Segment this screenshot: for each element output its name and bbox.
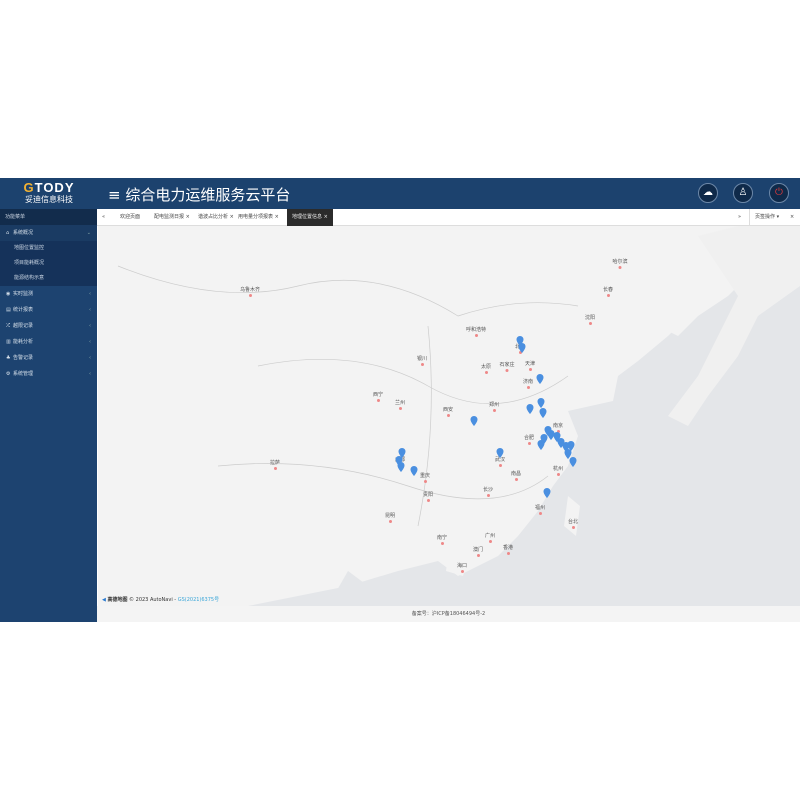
location-marker-icon[interactable]: [518, 343, 526, 353]
tab[interactable]: 谐波占比分析 ×: [193, 209, 239, 226]
submenu: 地图位置监控 项目能耗概况 能源结构示意: [0, 241, 97, 286]
city-label: 福州: [535, 504, 545, 515]
city-label: 乌鲁木齐: [240, 286, 260, 297]
city-label: 西安: [443, 406, 453, 417]
bell-icon: ♣: [6, 355, 11, 361]
sidebar-item[interactable]: ⚙ 系统管理 ‹: [0, 366, 97, 382]
shuffle-icon: ⤮: [6, 323, 11, 329]
city-label: 香港: [503, 544, 513, 555]
tab-bar: « 欢迎页面 配电监测日报 × 谐波占比分析 × 用电量分项报表 × 地理位置信息 × …: [97, 209, 800, 226]
tab[interactable]: 配电监测日报 ×: [149, 209, 195, 226]
sidebar-item[interactable]: ⌂ 系统概况 ⌄: [0, 225, 97, 241]
cloud-icon[interactable]: ☁: [698, 183, 718, 203]
chevron-icon: ‹: [89, 291, 91, 297]
sidebar-item-label: 统计报表: [13, 307, 34, 313]
city-label: 长沙: [483, 486, 493, 497]
sidebar-item[interactable]: ▥ 能耗分析 ‹: [0, 334, 97, 350]
sidebar: 功能菜单 ⌂ 系统概况 ⌄ 地图位置监控 项目能耗概况 能源结构示意 ◉ 实时监测 ‹ ▤ 统计报表…: [0, 209, 97, 622]
sidebar-item-label: 系统概况: [13, 230, 34, 236]
location-marker-icon[interactable]: [537, 440, 545, 450]
location-marker-icon[interactable]: [496, 448, 504, 458]
city-label: 呼和浩特: [466, 326, 486, 337]
location-marker-icon[interactable]: [470, 416, 478, 426]
city-label: 海口: [457, 562, 467, 573]
city-label: 昆明: [385, 512, 395, 523]
sidebar-item-label: 越限记录: [13, 323, 34, 329]
sidebar-item-label: 能耗分析: [13, 339, 34, 345]
tab-next-button[interactable]: »: [733, 209, 746, 226]
chevron-icon: ‹: [89, 307, 91, 313]
monitor-icon: ◉: [6, 291, 11, 297]
sidebar-item-label: 告警记录: [13, 355, 34, 361]
gear-icon: ⚙: [6, 371, 11, 377]
location-marker-icon[interactable]: [536, 374, 544, 384]
chevron-icon: ‹: [89, 323, 91, 329]
sidebar-item-label: 系统管理: [13, 371, 34, 377]
chevron-icon: ‹: [89, 371, 91, 377]
city-label: 兰州: [395, 399, 405, 410]
user-icon[interactable]: ♙: [733, 183, 753, 203]
chart-icon: ▥: [6, 339, 11, 345]
footer: 备案号：沪ICP备18046494号-2: [97, 606, 800, 622]
city-label: 哈尔滨: [612, 258, 627, 269]
tab-actions-dropdown[interactable]: 页签操作 ▾: [749, 209, 784, 226]
submenu-item[interactable]: 项目能耗概况: [0, 256, 97, 271]
city-label: 重庆: [420, 472, 430, 483]
tab[interactable]: 用电量分项报表 ×: [233, 209, 284, 226]
location-marker-icon[interactable]: [569, 457, 577, 467]
close-tab-button[interactable]: ×: [785, 209, 799, 226]
tab-prev-button[interactable]: «: [97, 209, 110, 226]
hamburger-icon[interactable]: ≡: [108, 186, 125, 204]
menu-heading: 功能菜单: [0, 209, 97, 225]
city-label: 杭州: [553, 465, 563, 476]
city-label: 贵阳: [423, 491, 433, 502]
power-icon[interactable]: ⏻: [769, 183, 789, 203]
page-title: ≡ 综合电力运维服务云平台: [108, 186, 291, 204]
sidebar-item[interactable]: ▤ 统计报表 ‹: [0, 302, 97, 318]
city-label: 南宁: [437, 534, 447, 545]
location-marker-icon[interactable]: [526, 404, 534, 414]
city-label: 澳门: [473, 546, 483, 557]
home-icon: ⌂: [6, 230, 10, 236]
location-marker-icon[interactable]: [410, 466, 418, 476]
sidebar-item[interactable]: ⤮ 越限记录 ‹: [0, 318, 97, 334]
city-label: 济南: [523, 378, 533, 389]
map-view[interactable]: 乌鲁木齐哈尔滨长春沈阳呼和浩特北京天津石家庄太原银川济南西宁兰州西安郑州合肥南京…: [98, 226, 800, 606]
city-label: 拉萨: [270, 459, 280, 470]
location-marker-icon[interactable]: [537, 398, 545, 408]
sidebar-item[interactable]: ◉ 实时监测 ‹: [0, 286, 97, 302]
city-label: 沈阳: [585, 314, 595, 325]
submenu-item[interactable]: 能源结构示意: [0, 271, 97, 286]
file-icon: ▤: [6, 307, 11, 313]
city-label: 银川: [417, 355, 427, 366]
chevron-icon: ⌄: [86, 230, 91, 236]
submenu-item[interactable]: 地图位置监控: [0, 241, 97, 256]
city-label: 西宁: [373, 391, 383, 402]
top-header: GTODY 妥迪信息科技 ≡ 综合电力运维服务云平台 ☁ ♙ ⏻: [0, 178, 800, 209]
sidebar-item-label: 实时监测: [13, 291, 34, 297]
city-label: 郑州: [489, 401, 499, 412]
city-label: 石家庄: [499, 361, 514, 372]
city-label: 天津: [525, 360, 535, 371]
chevron-icon: ‹: [89, 355, 91, 361]
location-marker-icon[interactable]: [543, 488, 551, 498]
sidebar-item[interactable]: ♣ 告警记录 ‹: [0, 350, 97, 366]
logo: GTODY 妥迪信息科技: [23, 180, 75, 204]
city-label: 太原: [481, 363, 491, 374]
location-marker-icon[interactable]: [539, 408, 547, 418]
city-label: 广州: [485, 532, 495, 543]
tab[interactable]: 欢迎页面: [115, 209, 145, 226]
tab[interactable]: 地理位置信息 ×: [287, 209, 333, 226]
city-label: 南昌: [511, 470, 521, 481]
map-attribution: ◀ 高德地图 © 2023 AutoNavi - GS(2021)6375号: [102, 597, 220, 603]
city-label: 台北: [568, 518, 578, 529]
location-marker-icon[interactable]: [397, 462, 405, 472]
city-label: 长春: [603, 286, 613, 297]
license-link[interactable]: GS(2021)6375号: [178, 597, 219, 603]
chevron-icon: ‹: [89, 339, 91, 345]
city-label: 合肥: [524, 434, 534, 445]
